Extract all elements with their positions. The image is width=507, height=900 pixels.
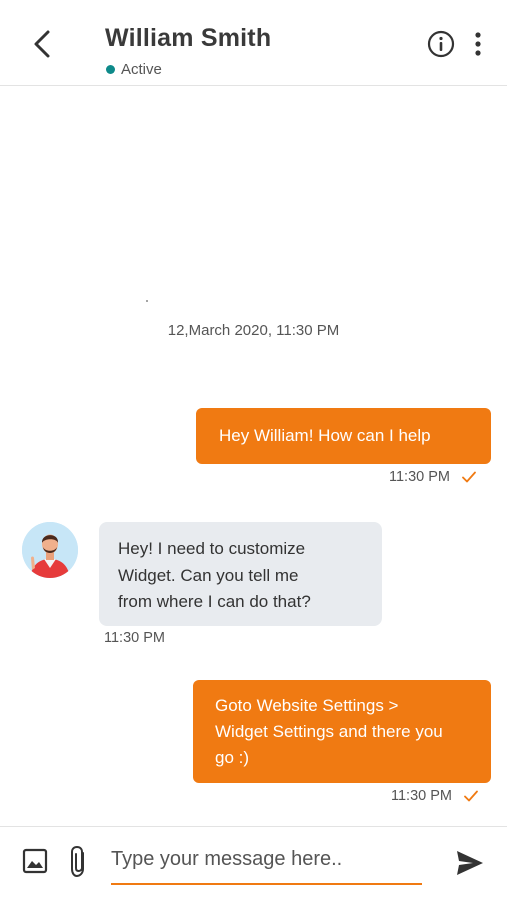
contact-avatar[interactable] <box>22 522 78 578</box>
message-text-line: from where I can do that? <box>118 592 311 611</box>
message-input[interactable] <box>111 841 422 885</box>
message-composer <box>0 826 507 900</box>
paperclip-icon <box>71 845 84 878</box>
incoming-message-bubble[interactable]: Hey! I need to customize Widget. Can you… <box>99 522 382 626</box>
info-button[interactable] <box>427 30 455 58</box>
outgoing-message-bubble[interactable]: Goto Website Settings > Widget Settings … <box>193 680 491 783</box>
contact-name: William Smith <box>105 24 272 52</box>
chevron-left-icon <box>34 30 50 58</box>
attach-file-button[interactable] <box>68 845 90 879</box>
send-button[interactable] <box>455 849 485 877</box>
outgoing-message-bubble[interactable]: Hey William! How can I help <box>196 408 491 464</box>
message-text-line: Widget Settings and there you <box>215 722 443 741</box>
more-options-button[interactable] <box>468 30 488 58</box>
message-text-line: Hey William! How can I help <box>219 426 431 445</box>
message-time: 11:30 PM <box>391 788 452 804</box>
message-meta: 11:30 PM <box>391 788 478 804</box>
message-text-line: Hey! I need to customize <box>118 539 306 558</box>
message-text-line: go :) <box>215 748 250 767</box>
decorative-dot <box>146 300 148 302</box>
date-separator-text: 12,March 2020, 11:30 PM <box>167 322 340 339</box>
chat-header: William Smith Active <box>0 0 507 86</box>
image-icon <box>22 848 48 874</box>
status-dot <box>106 65 115 74</box>
message-time: 11:30 PM <box>389 469 450 485</box>
message-text-line: Goto Website Settings > <box>215 696 399 715</box>
status-text: Active <box>121 61 162 78</box>
message-time: 11:30 PM <box>104 630 165 646</box>
message-meta: 11:30 PM <box>389 469 476 485</box>
send-icon <box>457 851 483 875</box>
date-separator: 12,March 2020, 11:30 PM <box>0 322 507 339</box>
presence-status: Active <box>106 61 162 78</box>
image-upload-button[interactable] <box>22 848 48 874</box>
message-text-line: Widget. Can you tell me <box>118 565 299 585</box>
info-circle-icon <box>427 30 455 58</box>
back-button[interactable] <box>28 26 58 62</box>
avatar-illustration <box>22 522 78 578</box>
check-icon <box>464 790 478 802</box>
check-icon <box>462 471 476 483</box>
more-vertical-icon <box>475 32 481 56</box>
message-meta: 11:30 PM <box>104 630 165 646</box>
